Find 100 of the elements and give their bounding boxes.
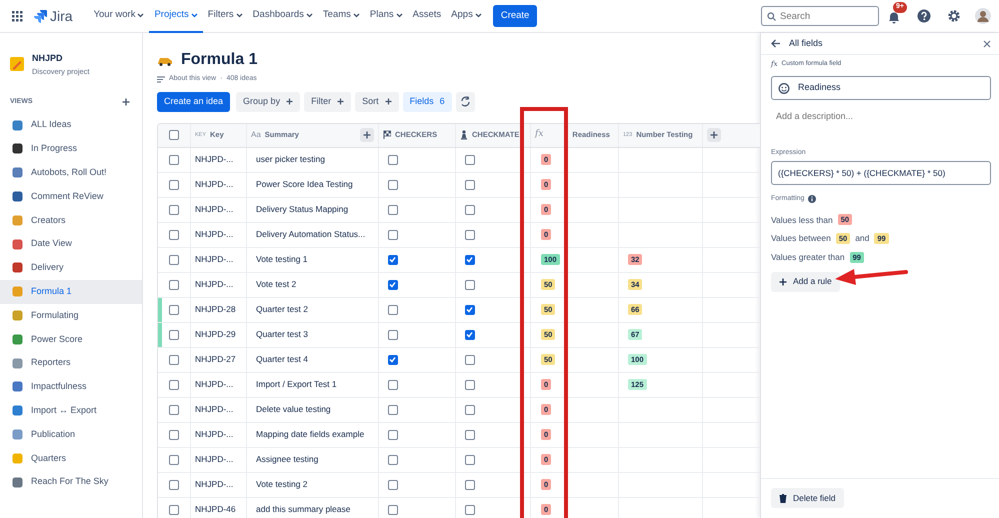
checkbox[interactable] [465,380,475,390]
summary-text[interactable]: Vote test 2 [251,278,296,291]
sidebar-item[interactable]: Quarters [0,446,142,470]
issue-key[interactable]: NHJPD-... [195,203,234,216]
checkbox[interactable] [388,254,398,264]
summary-text[interactable]: Mapping date fields example [251,428,364,441]
product-name[interactable]: Jira [50,6,73,26]
summary-text[interactable]: Delivery Status Mapping [251,203,348,216]
issue-key[interactable]: NHJPD-... [195,153,234,166]
checkbox[interactable] [465,154,475,164]
checkbox[interactable] [388,404,398,414]
issue-key[interactable]: NHJPD-29 [195,328,236,341]
back-arrow-icon[interactable] [771,39,781,48]
sidebar-item[interactable]: Reach For The Sky [0,470,142,494]
plus-icon[interactable] [122,98,130,106]
menu-item[interactable]: Projects [149,0,203,32]
issue-key[interactable]: NHJPD-... [195,378,234,391]
checkbox[interactable] [169,380,179,390]
checkbox[interactable] [169,254,179,264]
issue-key[interactable]: NHJPD-27 [195,353,236,366]
sidebar-item[interactable]: ALL Ideas [0,113,142,138]
checkbox[interactable] [465,354,475,364]
summary-text[interactable]: Delete value testing [251,403,331,416]
toolbar-button[interactable]: Filter [304,92,352,112]
summary-text[interactable]: Quarter test 3 [251,328,308,341]
summary-text[interactable]: Quarter test 4 [251,353,308,366]
issue-key[interactable]: NHJPD-... [195,428,234,441]
checkbox[interactable] [465,204,475,214]
sidebar-item[interactable]: Reporters [0,351,142,376]
checkbox[interactable] [169,204,179,214]
menu-item[interactable]: Assets [408,0,446,32]
checkbox[interactable] [465,404,475,414]
summary-text[interactable]: Power Score Idea Testing [251,178,353,191]
delete-field-button[interactable]: Delete field [771,488,844,508]
checkbox[interactable] [465,430,475,440]
checkbox[interactable] [169,504,179,514]
checkbox[interactable] [465,330,475,340]
issue-key[interactable]: NHJPD-... [195,278,234,291]
checkbox[interactable] [388,430,398,440]
checkbox[interactable] [465,254,475,264]
checkbox[interactable] [388,480,398,490]
summary-text[interactable]: Assignee testing [251,453,318,466]
sidebar-item[interactable]: Autobots, Roll Out! [0,160,142,185]
checkbox[interactable] [465,304,475,314]
checkbox[interactable] [388,454,398,464]
menu-item[interactable]: Apps [446,0,487,32]
sidebar-item[interactable]: Formulating [0,304,142,328]
checkbox[interactable] [465,480,475,490]
issue-key[interactable]: NHJPD-... [195,178,234,191]
sidebar-item[interactable]: Delivery [0,256,142,280]
menu-item[interactable]: Filters [202,0,248,32]
sidebar-item[interactable]: Import ↔ Export [0,398,142,423]
help-icon[interactable] [917,9,931,23]
fields-button[interactable]: Fields 6 [402,92,452,112]
checkbox[interactable] [169,354,179,364]
checkbox[interactable] [169,454,179,464]
checkbox[interactable] [169,230,179,240]
menu-item[interactable]: Teams [318,0,365,32]
create-button[interactable]: Create [492,4,538,28]
logo-icon[interactable] [33,9,47,23]
issue-key[interactable]: NHJPD-... [195,478,234,491]
checkbox[interactable] [465,280,475,290]
issue-key[interactable]: NHJPD-... [195,453,234,466]
summary-text[interactable]: add this summary please [251,503,350,516]
avatar-icon[interactable] [975,8,991,24]
sidebar-item[interactable]: Impactfulness [0,375,142,399]
checkbox[interactable] [388,280,398,290]
summary-text[interactable]: Vote testing 2 [251,478,308,491]
summary-text[interactable]: Vote testing 1 [251,253,308,266]
issue-key[interactable]: NHJPD-... [195,253,234,266]
toolbar-button[interactable]: Group by [236,92,300,112]
checkbox[interactable] [169,430,179,440]
checkbox[interactable] [465,180,475,190]
checkbox[interactable] [169,154,179,164]
checkbox[interactable] [388,380,398,390]
checkbox[interactable] [465,454,475,464]
summary-text[interactable]: Delivery Automation Status... [251,228,366,241]
checkbox[interactable] [388,154,398,164]
settings-icon[interactable] [947,9,961,23]
sidebar-item[interactable]: Publication [0,422,142,446]
add-column-button[interactable] [707,128,721,142]
summary-text[interactable]: Quarter test 2 [251,303,308,316]
checkbox[interactable] [388,204,398,214]
issue-key[interactable]: NHJPD-... [195,403,234,416]
issue-key[interactable]: NHJPD-46 [195,503,236,516]
close-icon[interactable] [983,40,991,48]
issue-key[interactable]: NHJPD-28 [195,303,236,316]
issue-key[interactable]: NHJPD-... [195,228,234,241]
sidebar-item[interactable]: Comment ReView [0,184,142,208]
checkbox[interactable] [169,480,179,490]
checkbox[interactable] [465,230,475,240]
sidebar-item[interactable]: In Progress [0,137,142,161]
sidebar-item[interactable]: Power Score [0,327,142,352]
checkbox[interactable] [169,130,179,140]
menu-item[interactable]: Your work [88,0,150,32]
app-switcher-icon[interactable] [12,10,23,22]
expression-field[interactable]: ({CHECKERS} * 50) + ({CHECKMATE} * 50) [771,161,991,185]
summary-text[interactable]: Import / Export Test 1 [251,378,337,391]
menu-item[interactable]: Dashboards [248,0,318,32]
checkbox[interactable] [388,230,398,240]
